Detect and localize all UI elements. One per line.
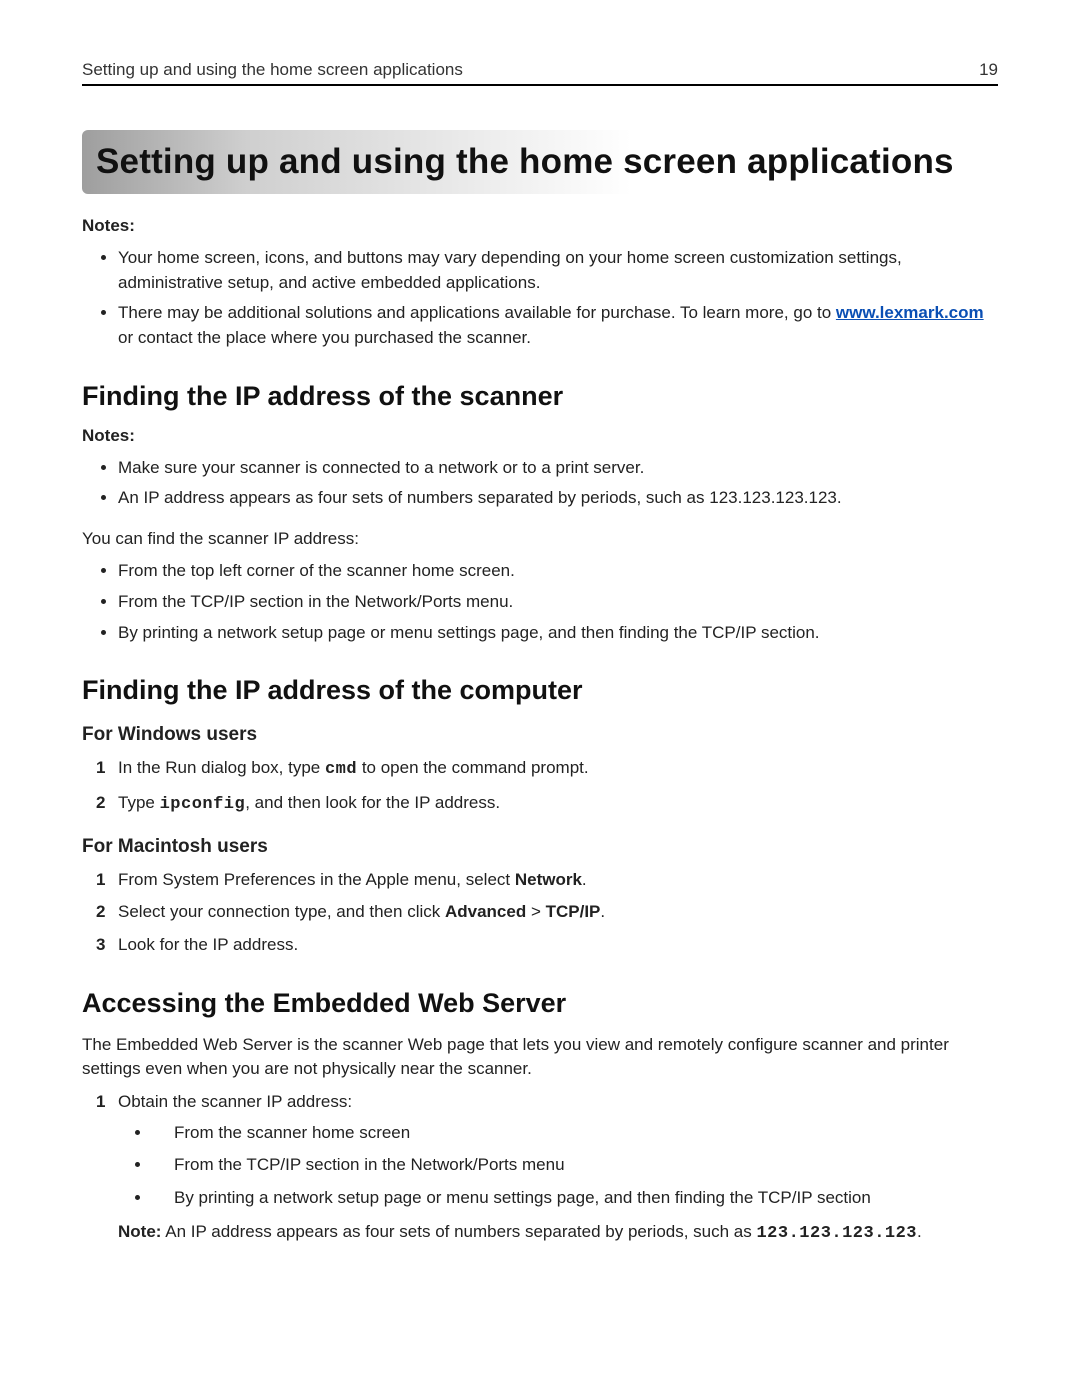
text: , and then look for the IP address. — [245, 793, 500, 812]
lexmark-link[interactable]: www.lexmark.com — [836, 303, 984, 322]
list-item: Make sure your scanner is connected to a… — [118, 456, 998, 481]
text: . — [917, 1222, 922, 1241]
text: > — [526, 902, 545, 921]
ip-scanner-notes-list: Make sure your scanner is connected to a… — [82, 456, 998, 511]
step: 2 Select your connection type, and then … — [96, 900, 998, 925]
page-number: 19 — [979, 60, 998, 80]
step: 1 In the Run dialog box, type cmd to ope… — [96, 756, 998, 783]
intro-notes-list: Your home screen, icons, and buttons may… — [82, 246, 998, 351]
step: 3 Look for the IP address. — [96, 933, 998, 958]
text: By printing a network setup page or menu… — [174, 1188, 871, 1207]
code-text: 123.123.123.123 — [756, 1224, 917, 1243]
text: Look for the IP address. — [118, 935, 298, 954]
text: Obtain the scanner IP address: — [118, 1092, 352, 1111]
text: Your home screen, icons, and buttons may… — [118, 248, 902, 292]
section-heading-ip-computer: Finding the IP address of the computer — [82, 675, 998, 706]
notes-label: Notes: — [82, 216, 998, 236]
step-number: 2 — [96, 900, 105, 925]
bold-text: Advanced — [445, 902, 526, 921]
running-header: Setting up and using the home screen app… — [82, 60, 998, 86]
text: to open the command prompt. — [357, 758, 589, 777]
list-item: From the TCP/IP section in the Network/P… — [152, 1153, 998, 1178]
text: By printing a network setup page or menu… — [118, 623, 820, 642]
text: Select your connection type, and then cl… — [118, 902, 445, 921]
text: From the TCP/IP section in the Network/P… — [118, 592, 513, 611]
bold-text: Network — [515, 870, 582, 889]
text: . — [600, 902, 605, 921]
page-title: Setting up and using the home screen app… — [82, 130, 998, 194]
bold-text: TCP/IP — [546, 902, 601, 921]
subsection-mac: For Macintosh users — [82, 836, 998, 858]
note-label: Note: — [118, 1222, 161, 1241]
text: In the Run dialog box, type — [118, 758, 325, 777]
section-heading-ip-scanner: Finding the IP address of the scanner — [82, 381, 998, 412]
running-title: Setting up and using the home screen app… — [82, 60, 463, 80]
notes-label: Notes: — [82, 426, 998, 446]
text: or contact the place where you purchased… — [118, 328, 531, 347]
list-item: An IP address appears as four sets of nu… — [118, 486, 998, 511]
text: An IP address appears as four sets of nu… — [118, 488, 842, 507]
text: From the TCP/IP section in the Network/P… — [174, 1155, 565, 1174]
subsection-windows: For Windows users — [82, 724, 998, 746]
step-number: 3 — [96, 933, 105, 958]
list-item: There may be additional solutions and ap… — [118, 301, 998, 350]
list-item: From the top left corner of the scanner … — [118, 559, 998, 584]
section-heading-ews: Accessing the Embedded Web Server — [82, 988, 998, 1019]
ews-substeps: From the scanner home screen From the TC… — [118, 1121, 998, 1211]
text: From System Preferences in the Apple men… — [118, 870, 515, 889]
list-item: Your home screen, icons, and buttons may… — [118, 246, 998, 295]
ews-note: Note: An IP address appears as four sets… — [118, 1220, 998, 1247]
code-text: cmd — [325, 760, 357, 779]
ip-scanner-where-list: From the top left corner of the scanner … — [82, 559, 998, 645]
text: Type — [118, 793, 160, 812]
text: . — [582, 870, 587, 889]
list-item: By printing a network setup page or menu… — [152, 1186, 998, 1211]
list-item: From the TCP/IP section in the Network/P… — [118, 590, 998, 615]
lead-text: You can find the scanner IP address: — [82, 527, 998, 552]
text: From the top left corner of the scanner … — [118, 561, 515, 580]
step-number: 2 — [96, 791, 105, 816]
text: There may be additional solutions and ap… — [118, 303, 836, 322]
list-item: By printing a network setup page or menu… — [118, 621, 998, 646]
mac-steps: 1 From System Preferences in the Apple m… — [82, 868, 998, 958]
text: Make sure your scanner is connected to a… — [118, 458, 644, 477]
list-item: From the scanner home screen — [152, 1121, 998, 1146]
step-number: 1 — [96, 756, 105, 781]
windows-steps: 1 In the Run dialog box, type cmd to ope… — [82, 756, 998, 817]
ews-steps: 1 Obtain the scanner IP address: From th… — [82, 1090, 998, 1247]
code-text: ipconfig — [160, 795, 246, 814]
page: Setting up and using the home screen app… — [0, 0, 1080, 1303]
ews-intro: The Embedded Web Server is the scanner W… — [82, 1033, 998, 1082]
step: 1 Obtain the scanner IP address: From th… — [96, 1090, 998, 1247]
step-number: 1 — [96, 868, 105, 893]
step: 1 From System Preferences in the Apple m… — [96, 868, 998, 893]
text: From the scanner home screen — [174, 1123, 410, 1142]
text: An IP address appears as four sets of nu… — [161, 1222, 756, 1241]
step: 2 Type ipconfig, and then look for the I… — [96, 791, 998, 818]
step-number: 1 — [96, 1090, 105, 1115]
